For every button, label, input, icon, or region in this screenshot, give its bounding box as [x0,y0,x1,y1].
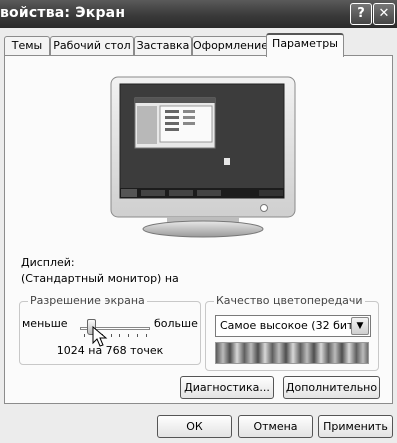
tab-screensaver[interactable]: Заставка [134,36,192,55]
tab-themes[interactable]: Темы [4,36,50,55]
display-properties-window: войства: Экран ? ✕ Темы Рабочий стол Зас… [0,0,397,443]
color-quality-group: Качество цветопередачи Самое высокое (32… [205,294,379,371]
slider-tick [119,334,120,337]
mouse-cursor-icon [92,326,108,347]
tab-desktop[interactable]: Рабочий стол [50,36,134,55]
tab-settings[interactable]: Параметры [266,33,344,57]
resolution-group: Разрешение экрана меньше больше 1024 на … [19,294,201,365]
color-quality-select[interactable]: Самое высокое (32 бита) ▼ [215,315,371,337]
window-title: войства: Экран [0,5,126,21]
tab-appearance[interactable]: Оформление [192,36,268,55]
color-quality-group-title: Качество цветопередачи [214,294,365,307]
close-button[interactable]: ✕ [373,3,395,25]
power-led-icon [260,204,268,212]
settings-panel: Дисплей: (Стандартный монитор) на Разреш… [4,55,393,404]
display-value: (Стандартный монитор) на [21,272,179,285]
help-button[interactable]: ? [350,3,372,25]
resolution-less-label: меньше [22,317,68,330]
apply-button[interactable]: Применить [318,415,393,438]
resolution-more-label: больше [154,317,198,330]
chevron-down-icon[interactable]: ▼ [351,317,369,335]
recycle-bin-icon [224,158,230,165]
resolution-slider[interactable] [80,319,150,338]
slider-tick [128,334,129,337]
resolution-group-title: Разрешение экрана [28,294,147,307]
troubleshoot-button[interactable]: Диагностика... [180,376,274,399]
resolution-value: 1024 на 768 точек [56,344,164,357]
monitor-stand [142,220,264,238]
advanced-button[interactable]: Дополнительно [283,376,380,399]
slider-tick [84,334,85,337]
display-label: Дисплей: [21,256,75,269]
color-spectrum-bar [215,342,369,364]
ok-button[interactable]: ОК [157,415,232,438]
slider-tick [146,334,147,337]
color-quality-value: Самое высокое (32 бита) [220,319,365,332]
slider-tick [111,334,112,337]
slider-tick [137,334,138,337]
monitor-preview [110,76,296,238]
title-bar[interactable]: войства: Экран ? ✕ [0,0,397,28]
cancel-button[interactable]: Отмена [238,415,313,438]
